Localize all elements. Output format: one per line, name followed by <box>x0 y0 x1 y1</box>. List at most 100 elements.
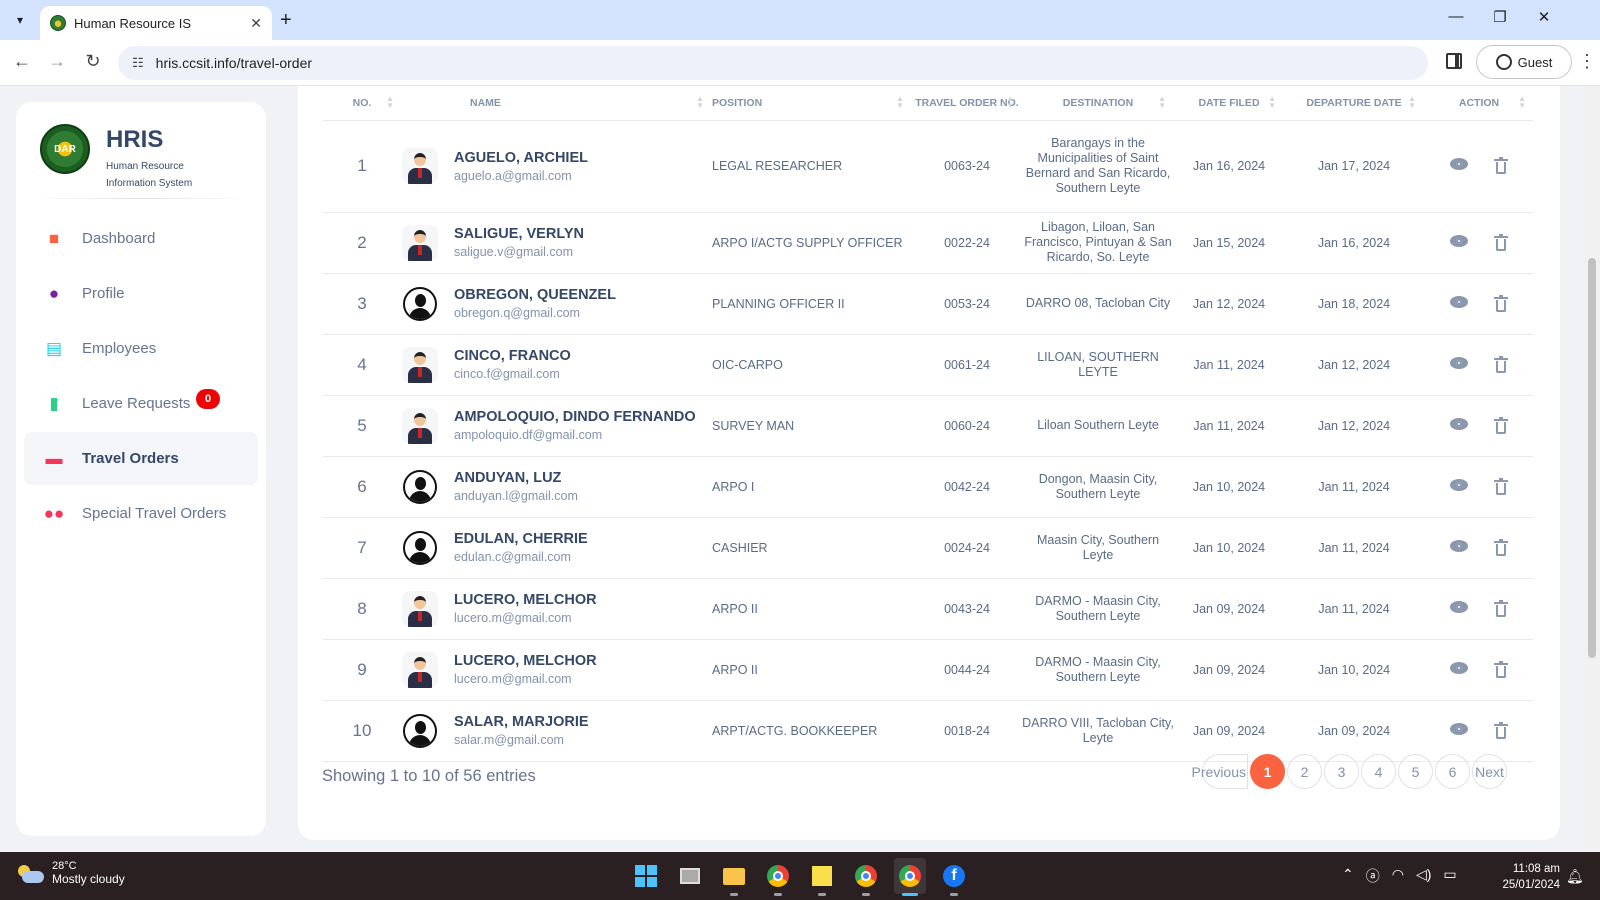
page-scrollbar[interactable] <box>1584 86 1600 850</box>
employee-name: AGUELO, ARCHIEL <box>454 149 588 166</box>
page-button-2[interactable]: 2 <box>1287 754 1322 789</box>
clock[interactable]: 11:08 am 25/01/2024 <box>1496 861 1560 893</box>
sort-icon: ▲ ▼ <box>1518 94 1526 110</box>
delete-trash-icon[interactable] <box>1494 721 1508 739</box>
employee-cell: SALAR, MARJORIE salar.m@gmail.com <box>402 700 712 762</box>
side-panel-icon[interactable] <box>1446 53 1462 69</box>
start-button[interactable] <box>630 858 662 894</box>
delete-trash-icon[interactable] <box>1494 416 1508 434</box>
volume-icon[interactable]: ◁) <box>1416 866 1431 886</box>
sidebar-item-label: Dashboard <box>82 230 156 247</box>
sidebar: DAR HRIS Human Resource Information Syst… <box>16 102 266 836</box>
page-button-3[interactable]: 3 <box>1324 754 1359 789</box>
sidebar-item-label: Travel Orders <box>82 450 179 467</box>
profile-button[interactable]: Guest <box>1476 45 1572 79</box>
view-eye-icon[interactable] <box>1450 661 1468 674</box>
column-header-date-filed[interactable]: Date Filed ▲ ▼ <box>1174 86 1284 121</box>
view-eye-icon[interactable] <box>1450 158 1468 170</box>
forward-icon[interactable]: → <box>45 51 69 72</box>
page-button-1[interactable]: 1 <box>1250 754 1285 789</box>
book-icon: ▮ <box>49 393 59 413</box>
browser-menu-icon[interactable]: ⋮ <box>1578 51 1596 72</box>
page-button-6[interactable]: 6 <box>1435 754 1470 789</box>
file-explorer-button[interactable] <box>718 858 750 896</box>
column-header-travel-order-no[interactable]: Travel Order No. ▲ ▼ <box>912 86 1022 121</box>
facebook-button[interactable]: f <box>938 858 970 896</box>
next-page-button[interactable]: Next <box>1472 754 1507 789</box>
column-header-action[interactable]: Action ▲ ▼ <box>1424 86 1534 121</box>
chrome-profile-1-button[interactable] <box>762 858 794 896</box>
battery-icon[interactable]: ▭ <box>1443 866 1456 886</box>
sidebar-nav: ■ Dashboard ● Profile ▤ Employees ▮ Leav… <box>24 212 258 542</box>
column-header-destination[interactable]: Destination ▲ ▼ <box>1022 86 1174 121</box>
chevron-up-icon[interactable]: ⌃ <box>1342 866 1354 886</box>
view-eye-icon[interactable] <box>1450 356 1468 369</box>
sidebar-item-dashboard[interactable]: ■ Dashboard <box>24 212 258 265</box>
chrome-active-button[interactable] <box>894 858 926 896</box>
chrome-profile-2-button[interactable] <box>850 858 882 896</box>
delete-trash-icon[interactable] <box>1494 355 1508 373</box>
delete-trash-icon[interactable] <box>1494 477 1508 495</box>
position-cell: ARPO I <box>712 456 912 518</box>
sidebar-item-profile[interactable]: ● Profile <box>24 267 258 320</box>
scrollbar-thumb[interactable] <box>1588 258 1596 658</box>
table-row: 7 EDULAN, CHERRIE edulan.c@gmail.com CASHIE… <box>322 517 1534 579</box>
keyboard-icon[interactable]: ⓐ <box>1366 866 1380 886</box>
action-cell <box>1424 212 1534 274</box>
notification-bell-icon[interactable]: 🔔︎ <box>1566 868 1584 885</box>
close-tab-icon[interactable]: ✕ <box>250 15 262 32</box>
sidebar-item-leave-requests[interactable]: ▮ Leave Requests 0 <box>24 377 258 430</box>
delete-trash-icon[interactable] <box>1494 599 1508 617</box>
delete-trash-icon[interactable] <box>1494 294 1508 312</box>
page-button-4[interactable]: 4 <box>1361 754 1396 789</box>
site-settings-icon[interactable]: ☷ <box>132 55 144 71</box>
page-button-5[interactable]: 5 <box>1398 754 1433 789</box>
facebook-icon: f <box>943 865 965 887</box>
reload-icon[interactable]: ↻ <box>81 51 105 72</box>
view-eye-icon[interactable] <box>1450 600 1468 613</box>
weather-temp: 28°C <box>52 860 77 872</box>
wifi-icon[interactable]: ◠ <box>1392 866 1404 886</box>
tab-search-chevron-icon[interactable]: ▾ <box>8 8 32 32</box>
previous-page-button[interactable]: Previous <box>1192 754 1248 789</box>
address-bar[interactable]: ☷ hris.ccsit.info/travel-order <box>118 46 1428 80</box>
new-tab-icon[interactable]: + <box>280 9 292 32</box>
row-number: 1 <box>322 120 402 213</box>
sticky-notes-button[interactable] <box>806 858 838 896</box>
chrome-icon <box>855 865 877 887</box>
minimize-icon[interactable]: — <box>1434 8 1478 25</box>
employee-cell: CINCO, FRANCO cinco.f@gmail.com <box>402 334 712 396</box>
view-eye-icon[interactable] <box>1450 234 1468 247</box>
sidebar-item-travel-orders[interactable]: ▬ Travel Orders <box>24 432 258 485</box>
employee-email: saligue.v@gmail.com <box>454 245 573 259</box>
delete-trash-icon[interactable] <box>1494 538 1508 556</box>
view-eye-icon[interactable] <box>1450 417 1468 430</box>
employee-cell: AGUELO, ARCHIEL aguelo.a@gmail.com <box>402 120 712 213</box>
view-eye-icon[interactable] <box>1450 539 1468 552</box>
delete-trash-icon[interactable] <box>1494 233 1508 251</box>
departure-date-cell: Jan 11, 2024 <box>1284 578 1424 640</box>
sidebar-item-employees[interactable]: ▤ Employees <box>24 322 258 375</box>
delete-trash-icon[interactable] <box>1494 157 1508 174</box>
sort-icon: ▲ ▼ <box>696 94 704 110</box>
sidebar-item-special-travel-orders[interactable]: ●● Special Travel Orders <box>24 487 258 540</box>
avatar <box>402 148 438 184</box>
task-view-button[interactable] <box>674 858 706 894</box>
weather-widget[interactable]: 28°C Mostly cloudy <box>16 860 125 886</box>
brand[interactable]: DAR HRIS Human Resource Information Syst… <box>40 124 192 192</box>
view-eye-icon[interactable] <box>1450 478 1468 491</box>
maximize-icon[interactable]: ❐ <box>1478 8 1522 26</box>
column-header-no[interactable]: No. ▲ ▼ <box>322 86 402 121</box>
action-cell <box>1424 517 1534 579</box>
column-header-departure-date[interactable]: Departure Date ▲ ▼ <box>1284 86 1424 121</box>
close-window-icon[interactable]: ✕ <box>1522 8 1566 26</box>
column-header-position[interactable]: Position ▲ ▼ <box>712 86 912 121</box>
delete-trash-icon[interactable] <box>1494 660 1508 678</box>
column-header-name[interactable]: Name ▲ ▼ <box>402 86 712 121</box>
back-icon[interactable]: ← <box>10 51 34 72</box>
browser-tab[interactable]: Human Resource IS ✕ <box>40 6 272 40</box>
view-eye-icon[interactable] <box>1450 722 1468 735</box>
employee-email: obregon.q@gmail.com <box>454 306 580 320</box>
view-eye-icon[interactable] <box>1450 295 1468 308</box>
sort-icon: ▲ ▼ <box>1158 94 1166 110</box>
